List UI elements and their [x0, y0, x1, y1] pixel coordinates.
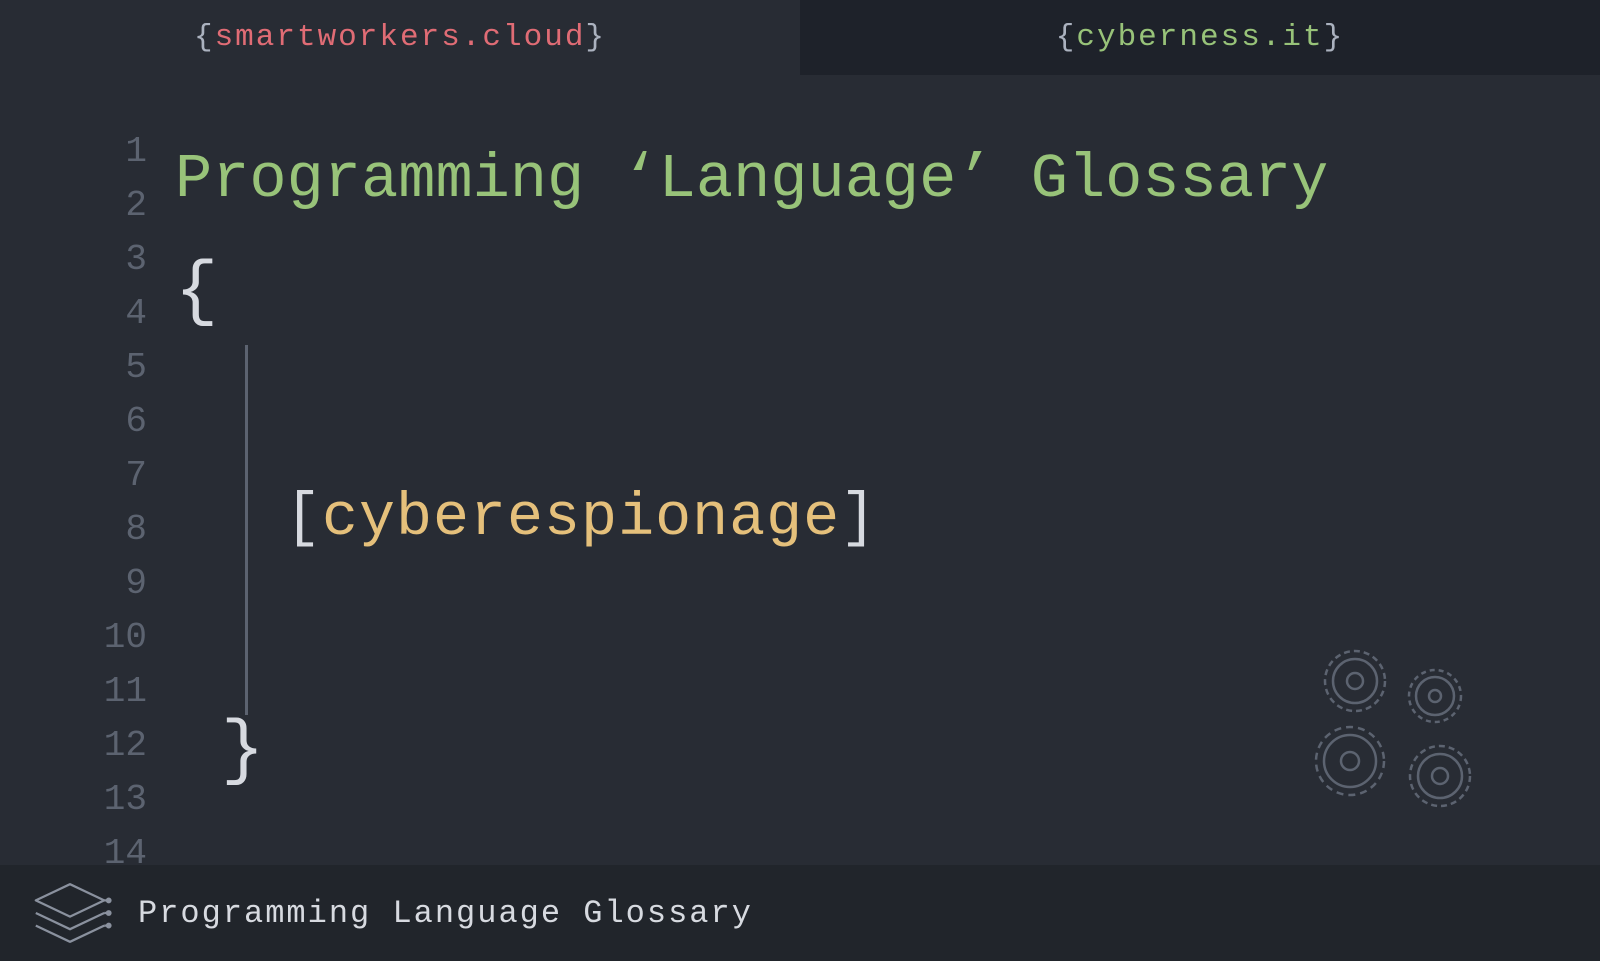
line-number: 1 [0, 125, 147, 179]
line-number: 4 [0, 287, 147, 341]
line-number: 13 [0, 773, 147, 827]
brace-open: { [194, 20, 215, 55]
line-number: 2 [0, 179, 147, 233]
page-title: Programming ‘Language’ Glossary [175, 125, 1600, 207]
indent-guide [245, 345, 248, 715]
tab-label-inactive: cyberness.it [1076, 20, 1323, 55]
brace-open: { [1056, 20, 1077, 55]
gears-icon [1280, 631, 1520, 831]
tab-smartworkers[interactable]: {smartworkers.cloud} [0, 0, 800, 75]
line-number: 7 [0, 449, 147, 503]
line-number: 6 [0, 395, 147, 449]
line-number: 8 [0, 503, 147, 557]
footer-bar: Programming Language Glossary [0, 865, 1600, 961]
footer-title: Programming Language Glossary [138, 895, 753, 932]
line-gutter: 1 2 3 4 5 6 7 8 9 10 11 12 13 14 [0, 115, 175, 865]
brace-close: } [1324, 20, 1345, 55]
bracket-close: ] [840, 485, 877, 553]
code-open-brace: { [175, 207, 1600, 319]
line-number: 9 [0, 557, 147, 611]
tab-bar: {smartworkers.cloud} {cyberness.it} [0, 0, 1600, 75]
tab-label-active: smartworkers.cloud [215, 20, 586, 55]
line-number: 12 [0, 719, 147, 773]
line-number: 3 [0, 233, 147, 287]
glossary-term: cyberespionage [322, 485, 840, 553]
tab-cyberness[interactable]: {cyberness.it} [800, 0, 1600, 75]
bracket-open: [ [285, 485, 322, 553]
glossary-term-line: [cyberespionage] [285, 485, 877, 553]
layers-icon [20, 873, 120, 953]
line-number: 5 [0, 341, 147, 395]
brace-close: } [585, 20, 606, 55]
line-number: 10 [0, 611, 147, 665]
line-number: 11 [0, 665, 147, 719]
